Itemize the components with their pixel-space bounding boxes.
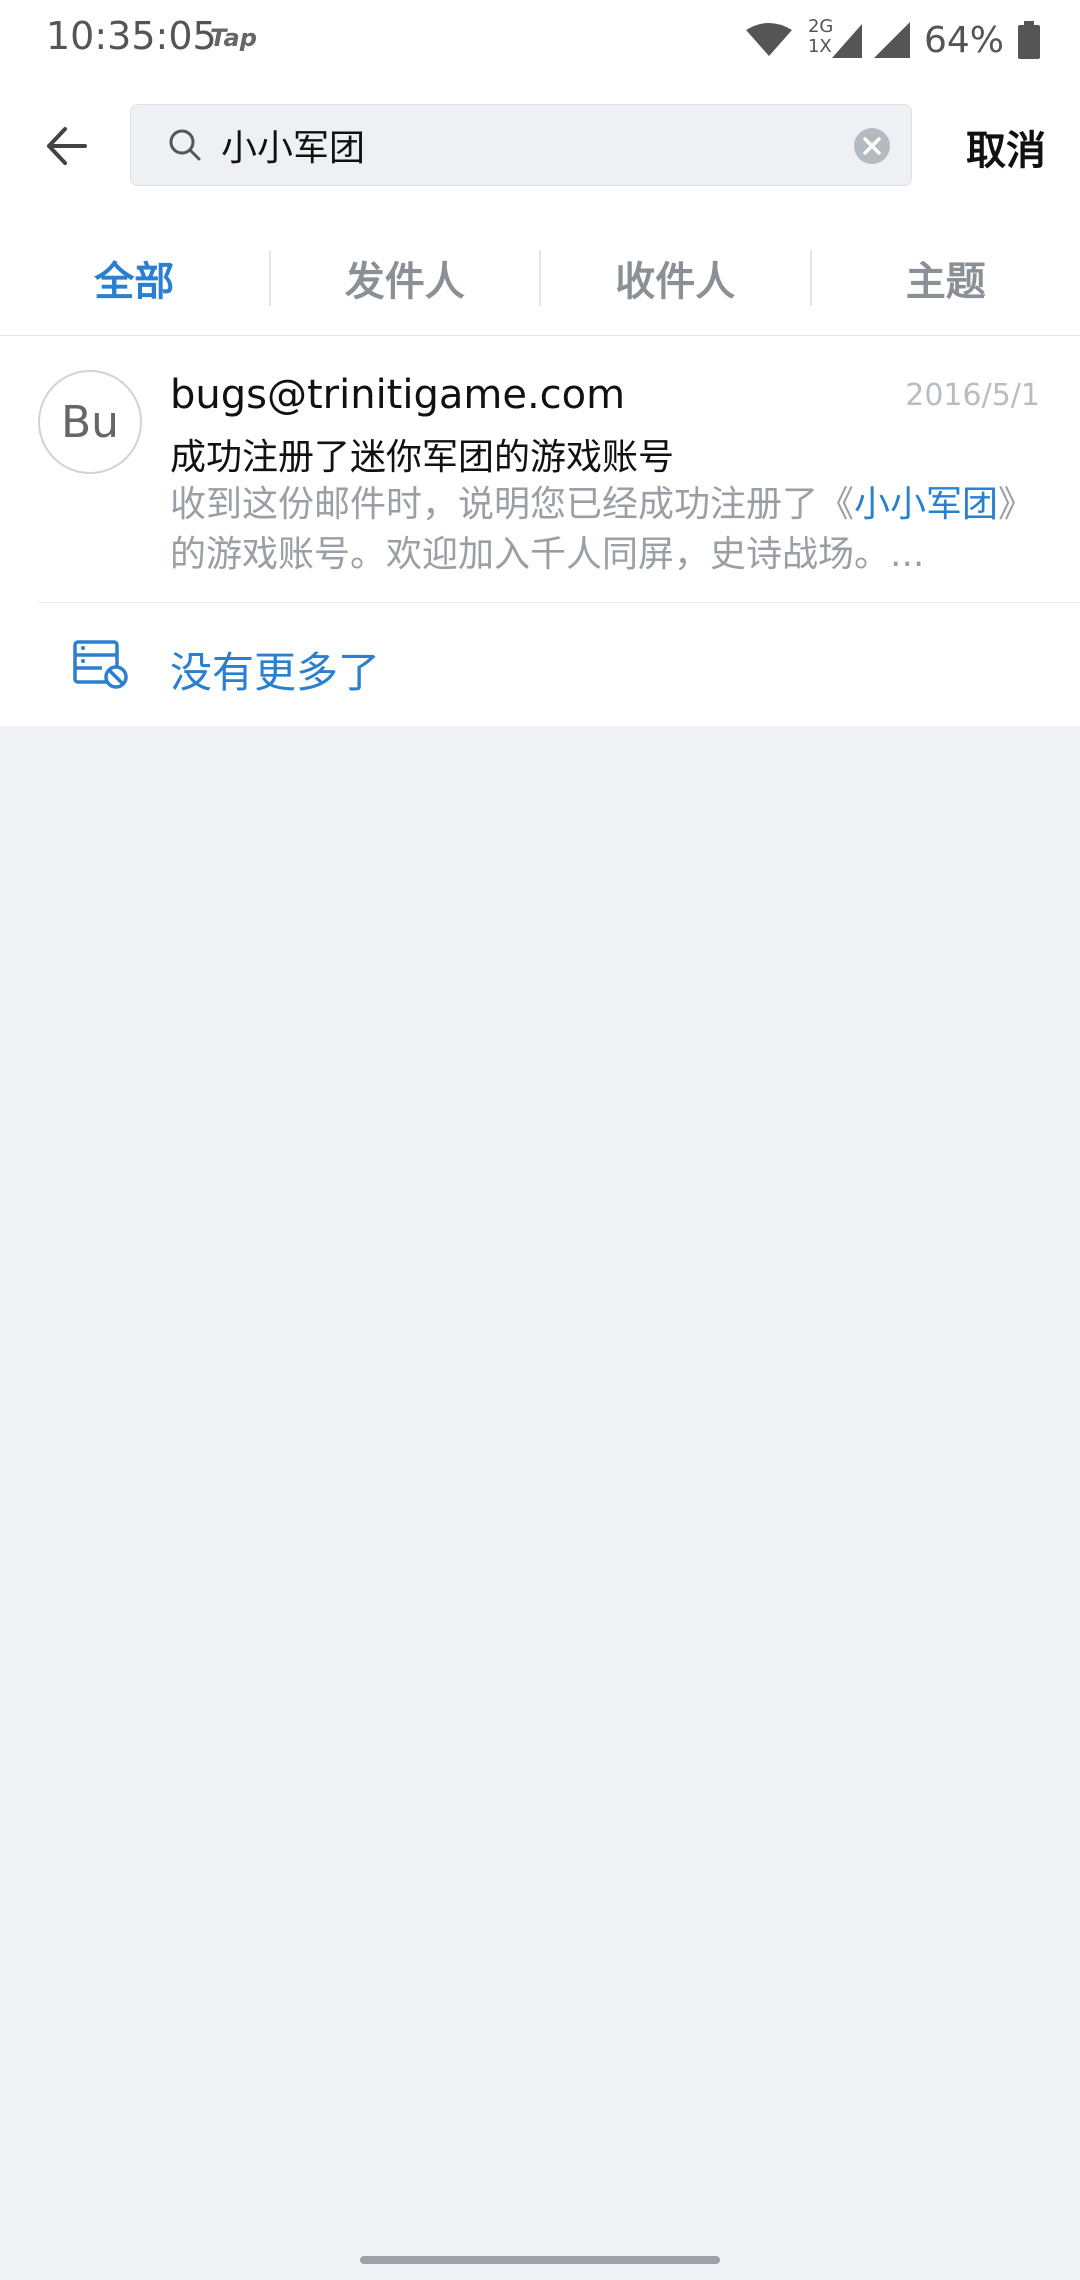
avatar: Bu: [38, 370, 142, 474]
status-time: 10:35:05: [46, 14, 217, 58]
tab-subject[interactable]: 主题: [812, 220, 1080, 335]
no-more-mail-icon: [73, 640, 128, 689]
mail-preview-text: 收到这份邮件时，说明您已经成功注册了《: [170, 484, 855, 525]
signal-small-icon: [831, 24, 862, 58]
status-bar: 10:35:05 Tap 2G 1X 64%: [0, 0, 1080, 80]
search-box[interactable]: [130, 104, 912, 186]
filter-tabs: 全部 发件人 收件人 主题: [0, 220, 1080, 336]
mail-sender: bugs@trinitigame.com: [170, 372, 626, 418]
network-2g-label: 2G: [807, 16, 834, 37]
status-tap-label: Tap: [210, 24, 257, 52]
battery-icon: [1018, 21, 1040, 59]
tab-recipient[interactable]: 收件人: [541, 220, 810, 335]
no-more-label: 没有更多了: [170, 648, 381, 697]
tab-all[interactable]: 全部: [0, 220, 269, 335]
back-arrow-icon: [47, 127, 87, 165]
mobile-network-indicator: 2G 1X: [807, 16, 862, 60]
search-input[interactable]: [221, 115, 821, 175]
mail-date: 2016/5/1: [905, 378, 1040, 413]
mail-preview-highlight: 小小军团: [854, 484, 999, 525]
status-icons: 2G 1X 64%: [744, 16, 1040, 62]
cancel-button[interactable]: 取消: [966, 118, 1046, 176]
home-indicator[interactable]: [360, 2256, 720, 2264]
signal-icon: [873, 22, 910, 58]
mail-preview: 收到这份邮件时，说明您已经成功注册了《小小军团》的游戏账号。欢迎加入千人同屏，史…: [170, 480, 1020, 580]
mail-list-item[interactable]: Bu bugs@trinitigame.com 2016/5/1 成功注册了迷你…: [0, 336, 1080, 602]
network-1x-label: 1X: [807, 36, 832, 57]
no-more-results: 没有更多了: [0, 603, 1080, 726]
battery-percent: 64%: [923, 19, 1004, 61]
mail-subject: 成功注册了迷你军团的游戏账号: [170, 437, 675, 478]
search-header: 取消: [0, 80, 1080, 220]
system-nav-bar: [0, 2238, 1080, 2280]
search-results: Bu bugs@trinitigame.com 2016/5/1 成功注册了迷你…: [0, 336, 1080, 726]
search-icon: [169, 129, 201, 161]
clear-search-icon[interactable]: [853, 127, 891, 165]
tab-sender[interactable]: 发件人: [271, 220, 540, 335]
back-button[interactable]: [36, 116, 96, 176]
wifi-icon: [745, 23, 792, 56]
